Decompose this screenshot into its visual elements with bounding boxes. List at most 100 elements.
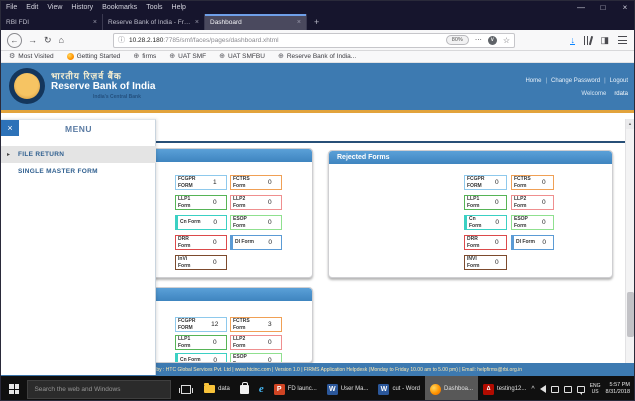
- menubar-item-history[interactable]: History: [71, 4, 93, 11]
- network-icon[interactable]: [551, 386, 559, 393]
- start-button[interactable]: [1, 376, 27, 401]
- form-card-fcgpr[interactable]: FCGPRFORM1: [175, 175, 227, 190]
- form-card-drr[interactable]: DRRForm0: [464, 235, 507, 250]
- pdf-icon: ∆: [483, 384, 494, 395]
- sidebar-item-single-master-form[interactable]: SINGLE MASTER FORM: [1, 163, 156, 180]
- form-card-fcgpr[interactable]: FCGPRFORM12: [175, 317, 227, 332]
- url-bar[interactable]: ⓘ 10.28.2.180 :7785/smf/faces/pages/dash…: [113, 33, 515, 48]
- menubar-item-tools[interactable]: Tools: [146, 4, 162, 11]
- menu-sidebar: × MENU ▸FILE RETURNSINGLE MASTER FORM: [1, 119, 156, 375]
- form-card-cn[interactable]: Cn Form0: [175, 215, 227, 230]
- form-card-count: 12: [204, 321, 227, 328]
- form-card-esop[interactable]: ESOPForm0: [511, 215, 554, 230]
- taskbar-search-input[interactable]: [27, 380, 171, 399]
- menubar-item-bookmarks[interactable]: Bookmarks: [102, 4, 137, 11]
- tab-close-icon[interactable]: ×: [93, 19, 97, 26]
- volume-icon[interactable]: [540, 385, 546, 393]
- pocket-icon[interactable]: ∨: [488, 36, 497, 45]
- tab-close-icon[interactable]: ×: [297, 19, 301, 26]
- form-card-di[interactable]: DI Form0: [511, 235, 554, 250]
- taskbar-app-word[interactable]: Wcut - Word: [373, 376, 425, 401]
- sidebar-item-file-return[interactable]: ▸FILE RETURN: [1, 146, 156, 163]
- scroll-up-icon[interactable]: ▲: [626, 119, 634, 129]
- site-info-icon[interactable]: ⓘ: [118, 35, 125, 45]
- form-card-esop[interactable]: ESOPForm0: [230, 215, 282, 230]
- form-card-llp1[interactable]: LLP1Form0: [175, 335, 227, 350]
- language-indicator[interactable]: ENG US: [590, 383, 601, 396]
- bookmark-item[interactable]: Getting Started: [67, 53, 121, 60]
- form-card-fctrs[interactable]: FCTRSForm0: [230, 175, 282, 190]
- form-card-llp1[interactable]: LLP1Form0: [464, 195, 507, 210]
- bookmark-label: Most Visited: [18, 53, 53, 60]
- taskbar-app-word[interactable]: WUser Ma...: [322, 376, 374, 401]
- bookmark-item[interactable]: ⊕firms: [133, 53, 156, 60]
- tab-close-icon[interactable]: ×: [195, 19, 199, 26]
- scrollbar-thumb[interactable]: [627, 292, 634, 337]
- bookmark-item[interactable]: ⊕UAT SMFBU: [219, 53, 265, 60]
- form-card-label-line: DI Form: [235, 239, 259, 245]
- taskbar-app-firefox[interactable]: Dashboa...: [425, 376, 478, 401]
- form-card-cn[interactable]: Cn Form0: [175, 353, 227, 363]
- form-card-label: ESOPForm: [512, 216, 535, 229]
- form-card-llp2[interactable]: LLP2Form0: [230, 195, 282, 210]
- taskbar-app-powerpoint[interactable]: PFD launc...: [269, 376, 322, 401]
- form-card-llp2[interactable]: LLP2Form0: [230, 335, 282, 350]
- rbi-site-header: भारतीय रिज़र्व बैंक Reserve Bank of Indi…: [1, 63, 635, 113]
- form-card-di[interactable]: DI Form0: [230, 235, 282, 250]
- vertical-scrollbar[interactable]: ▲: [625, 119, 634, 363]
- bookmark-star-icon[interactable]: ☆: [503, 36, 510, 45]
- menubar-item-view[interactable]: View: [47, 4, 62, 11]
- browser-tab[interactable]: Reserve Bank of India - Frequently×: [103, 14, 205, 30]
- keyboard-icon[interactable]: [564, 386, 572, 393]
- form-card-fctrs[interactable]: FCTRSForm0: [511, 175, 554, 190]
- header-link-logout[interactable]: Logout: [610, 78, 628, 84]
- clock[interactable]: 5:57 PM 8/31/2018: [606, 382, 632, 397]
- form-card-count: 0: [259, 199, 282, 206]
- browser-tab[interactable]: RBI FDI×: [1, 14, 103, 30]
- taskbar-pinned-store[interactable]: [235, 376, 254, 401]
- tab-title: Reserve Bank of India - Frequently: [108, 19, 192, 26]
- form-card-invi[interactable]: INVIForm0: [464, 255, 507, 270]
- page-actions-icon[interactable]: ⋯: [475, 36, 482, 44]
- forward-icon[interactable]: →: [28, 36, 37, 45]
- form-card-cn[interactable]: Cn Form0: [464, 215, 507, 230]
- reload-icon[interactable]: ↻: [44, 36, 52, 45]
- bookmark-item[interactable]: ⊕Reserve Bank of India...: [278, 53, 356, 60]
- bookmark-item[interactable]: ⊕UAT SMF: [169, 53, 206, 60]
- maximize-button[interactable]: □: [592, 1, 614, 14]
- browser-tab[interactable]: Dashboard×: [205, 14, 307, 30]
- title-bar: FileEditViewHistoryBookmarksToolsHelp — …: [1, 1, 635, 14]
- back-icon[interactable]: ←: [7, 33, 22, 48]
- sidebar-toggle-icon[interactable]: ◨: [600, 35, 609, 46]
- form-card-invi[interactable]: InViForm0: [175, 255, 227, 270]
- form-card-llp2[interactable]: LLP2Form0: [511, 195, 554, 210]
- zoom-level-badge[interactable]: 80%: [446, 35, 469, 45]
- taskbar-app-pdf[interactable]: ∆testing12...: [478, 376, 531, 401]
- form-card-fctrs[interactable]: FCTRSForm3: [230, 317, 282, 332]
- close-button[interactable]: ×: [614, 1, 635, 14]
- notification-icon[interactable]: [577, 386, 585, 393]
- form-card-llp1[interactable]: LLP1Form0: [175, 195, 227, 210]
- form-card-drr[interactable]: DRRForm0: [175, 235, 227, 250]
- taskbar-pinned-folder[interactable]: data: [199, 376, 235, 401]
- tray-expand-icon[interactable]: ^: [531, 386, 534, 393]
- menubar-item-file[interactable]: File: [6, 4, 17, 11]
- new-tab-button[interactable]: +: [307, 14, 326, 30]
- form-card-fcgpr[interactable]: FCGPRFORM0: [464, 175, 507, 190]
- header-link-home[interactable]: Home: [525, 78, 541, 84]
- task-view-icon[interactable]: [181, 385, 191, 394]
- header-link-change-password[interactable]: Change Password: [551, 78, 600, 84]
- hamburger-menu-icon[interactable]: [618, 36, 627, 44]
- downloads-icon[interactable]: ↓: [570, 36, 575, 45]
- taskbar-pinned-ie[interactable]: e: [254, 376, 269, 401]
- home-icon[interactable]: ⌂: [59, 36, 64, 45]
- form-card-esop[interactable]: ESOPForm0: [230, 353, 282, 363]
- firefox-icon: [430, 384, 441, 395]
- bookmark-label: firms: [142, 53, 156, 60]
- library-icon[interactable]: [584, 36, 592, 45]
- form-card-count: 0: [535, 239, 553, 246]
- minimize-button[interactable]: —: [570, 1, 592, 14]
- bookmark-item[interactable]: ⚙Most Visited: [9, 53, 54, 60]
- menubar-item-help[interactable]: Help: [172, 4, 186, 11]
- menubar-item-edit[interactable]: Edit: [26, 4, 38, 11]
